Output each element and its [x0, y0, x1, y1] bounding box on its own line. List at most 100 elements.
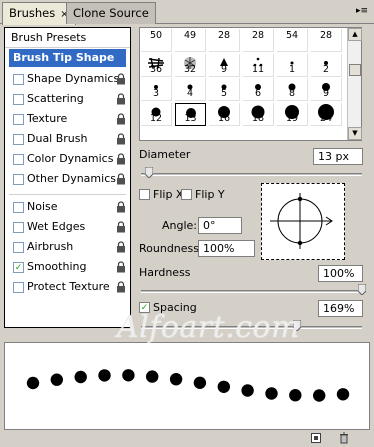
hardness-label: Hardness: [139, 266, 191, 279]
flip-x-checkbox[interactable]: [139, 189, 150, 200]
lock-icon[interactable]: [116, 201, 126, 213]
option-checkbox[interactable]: ✓: [13, 262, 24, 273]
stroke-dot: [336, 388, 350, 401]
brush-tip-cell[interactable]: 4: [175, 78, 206, 101]
option-label: Noise: [27, 200, 58, 213]
brush-tip-cell[interactable]: 19: [277, 102, 308, 126]
trash-icon[interactable]: [338, 432, 350, 444]
brush-tip-cell[interactable]: 49: [175, 29, 206, 52]
brush-option-item[interactable]: Noise: [5, 197, 130, 217]
brush-option-item[interactable]: Color Dynamics: [5, 149, 130, 169]
lock-icon[interactable]: [116, 281, 126, 293]
brush-option-item[interactable]: Other Dynamics: [5, 169, 130, 189]
option-checkbox[interactable]: [13, 222, 24, 233]
scroll-thumb[interactable]: [349, 64, 361, 76]
option-checkbox[interactable]: [13, 202, 24, 213]
option-label: Protect Texture: [27, 280, 110, 293]
lock-icon[interactable]: [116, 113, 126, 125]
brush-tip-cell[interactable]: 16: [209, 102, 240, 126]
roundness-field[interactable]: 100%: [198, 240, 255, 257]
stroke-dot: [193, 376, 207, 389]
option-checkbox[interactable]: [13, 74, 24, 85]
hardness-slider-track[interactable]: [141, 290, 362, 293]
brush-option-item[interactable]: Texture: [5, 109, 130, 129]
roundness-label: Roundness:: [139, 242, 203, 255]
divider: [9, 189, 126, 195]
brush-option-item[interactable]: ✓ Smoothing: [5, 257, 130, 277]
brush-tip-size: 3: [152, 88, 160, 99]
brush-tip-cell[interactable]: 36: [141, 53, 172, 77]
scroll-up-icon[interactable]: ▲: [348, 28, 362, 41]
lock-icon[interactable]: [116, 241, 126, 253]
brush-presets-item[interactable]: Brush Presets: [5, 28, 130, 48]
brush-tip-shape-item[interactable]: Brush Tip Shape: [9, 49, 126, 67]
flip-y-checkbox[interactable]: [181, 189, 192, 200]
angle-field[interactable]: 0°: [198, 217, 242, 234]
brush-tip-cell[interactable]: 28: [243, 29, 274, 52]
hardness-field[interactable]: 100%: [318, 265, 363, 282]
brush-tip-cell[interactable]: 5: [209, 78, 240, 101]
option-checkbox[interactable]: [13, 174, 24, 185]
stroke-dot: [122, 369, 135, 382]
brush-tip-cell[interactable]: 32: [175, 53, 206, 77]
option-label: Airbrush: [27, 240, 74, 253]
lock-icon[interactable]: [116, 93, 126, 105]
option-checkbox[interactable]: [13, 134, 24, 145]
brush-tip-size: 49: [183, 30, 197, 41]
brush-tip-cell[interactable]: 13: [175, 102, 206, 126]
brush-tip-cell[interactable]: 12: [141, 102, 172, 126]
brush-option-item[interactable]: Scattering: [5, 89, 130, 109]
lock-icon[interactable]: [116, 133, 126, 145]
tab-brushes[interactable]: Brushes ×: [2, 2, 76, 25]
brush-tip-cell[interactable]: 9: [311, 78, 342, 101]
brush-option-item[interactable]: Shape Dynamics: [5, 69, 130, 89]
option-checkbox[interactable]: [13, 154, 24, 165]
brush-tip-cell[interactable]: 28: [311, 29, 342, 52]
option-checkbox[interactable]: [13, 114, 24, 125]
lock-icon[interactable]: [116, 261, 126, 273]
brush-grid-scrollbar[interactable]: ▲ ▼: [347, 28, 362, 140]
brush-tip-cell[interactable]: 6: [243, 78, 274, 101]
lock-icon[interactable]: [116, 153, 126, 165]
option-checkbox[interactable]: [13, 94, 24, 105]
lock-icon[interactable]: [116, 73, 126, 85]
brush-tip-cell[interactable]: 9: [209, 53, 240, 77]
brush-stroke-preview: [4, 342, 370, 430]
stroke-dot: [98, 369, 111, 382]
brush-tip-size: 1: [288, 63, 296, 75]
brush-tip-cell[interactable]: 1: [277, 53, 308, 77]
option-checkbox[interactable]: [13, 282, 24, 293]
diameter-slider-thumb[interactable]: [145, 167, 154, 178]
brush-tip-cell[interactable]: 54: [277, 29, 308, 52]
panel-tab-bar: Brushes × Clone Source ▸≡: [0, 0, 374, 25]
brush-option-item[interactable]: Protect Texture: [5, 277, 130, 297]
brush-tip-cell[interactable]: 28: [209, 29, 240, 52]
brush-tip-cell[interactable]: 2: [311, 53, 342, 77]
tab-clone-source-label: Clone Source: [73, 6, 149, 20]
option-label: Wet Edges: [27, 220, 86, 233]
lock-icon[interactable]: [116, 221, 126, 233]
stroke-dot: [265, 387, 278, 400]
spacing-field[interactable]: 169%: [318, 300, 363, 317]
panel-menu-icon[interactable]: ▸≡: [356, 6, 368, 16]
scroll-down-icon[interactable]: ▼: [348, 127, 362, 140]
diameter-slider-track[interactable]: [141, 173, 362, 176]
diameter-field[interactable]: 13 px: [313, 148, 363, 165]
brush-tip-cell[interactable]: 24: [311, 102, 342, 126]
brush-option-item[interactable]: Dual Brush: [5, 129, 130, 149]
brush-tip-cell[interactable]: 18: [243, 102, 274, 126]
brush-tip-size: 11: [251, 63, 265, 75]
brush-tip-cell[interactable]: 8: [277, 78, 308, 101]
option-label: Other Dynamics: [27, 172, 116, 185]
brush-tip-cell[interactable]: 3: [141, 78, 172, 101]
brush-option-item[interactable]: Airbrush: [5, 237, 130, 257]
angle-roundness-preview[interactable]: [261, 183, 345, 260]
brush-tip-cell[interactable]: 50: [141, 29, 172, 52]
new-preset-icon[interactable]: [310, 432, 322, 444]
option-checkbox[interactable]: [13, 242, 24, 253]
brush-tip-cell[interactable]: 11: [243, 53, 274, 77]
tab-clone-source[interactable]: Clone Source: [66, 2, 156, 24]
brush-option-item[interactable]: Wet Edges: [5, 217, 130, 237]
hardness-slider-thumb[interactable]: [358, 284, 366, 295]
lock-icon[interactable]: [116, 173, 126, 185]
